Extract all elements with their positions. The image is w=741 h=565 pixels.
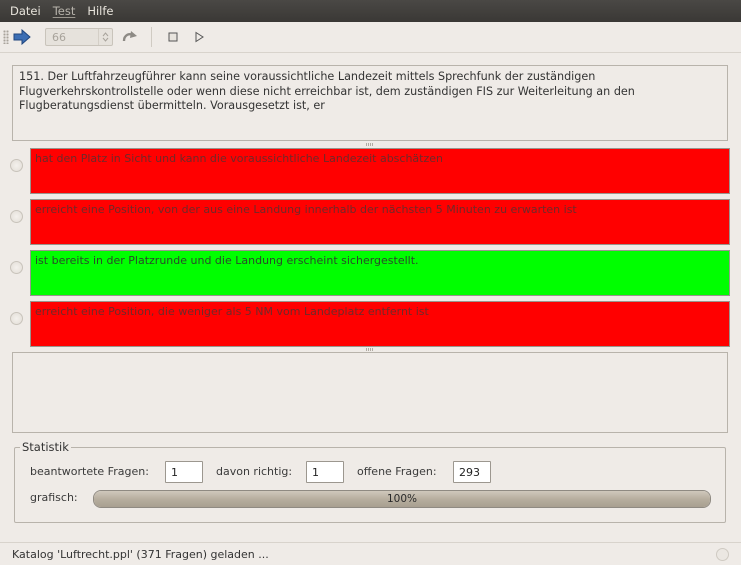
- open-field[interactable]: 293: [453, 461, 491, 483]
- toolbar: 66: [0, 22, 741, 53]
- arrow-right-icon: [13, 29, 31, 45]
- progress-bar: 100%: [93, 490, 711, 508]
- answer-option[interactable]: erreicht eine Position, die weniger als …: [30, 301, 730, 347]
- status-bar: Katalog 'Luftrecht.ppl' (371 Fragen) gel…: [0, 542, 741, 565]
- splitter-handle[interactable]: [366, 348, 374, 351]
- statistics-legend: Statistik: [20, 440, 71, 454]
- toolbar-separator: [151, 27, 152, 47]
- menu-test[interactable]: Test: [47, 4, 82, 18]
- redo-icon: [122, 31, 137, 42]
- menu-hilfe[interactable]: Hilfe: [81, 4, 119, 18]
- answer-row[interactable]: erreicht eine Position, von der aus eine…: [10, 199, 730, 245]
- statistics-group: Statistik beantwortete Fragen: 1 davon r…: [14, 440, 726, 523]
- spinner-arrows[interactable]: [98, 29, 112, 45]
- answer-row[interactable]: hat den Platz in Sicht und kann die vora…: [10, 148, 730, 194]
- status-text: Katalog 'Luftrecht.ppl' (371 Fragen) gel…: [12, 547, 269, 561]
- play-button[interactable]: [186, 25, 212, 49]
- busy-indicator-icon: [716, 548, 729, 561]
- answer-radio[interactable]: [10, 159, 23, 172]
- answer-radio[interactable]: [10, 261, 23, 274]
- play-icon: [195, 31, 204, 43]
- question-number-value[interactable]: 66: [46, 31, 98, 44]
- answer-row[interactable]: ist bereits in der Platzrunde und die La…: [10, 250, 730, 296]
- correct-label: davon richtig:: [216, 465, 293, 478]
- correct-field[interactable]: 1: [306, 461, 344, 483]
- progress-text: 100%: [386, 493, 418, 505]
- answer-option[interactable]: hat den Platz in Sicht und kann die vora…: [30, 148, 730, 194]
- redo-button[interactable]: [117, 25, 143, 49]
- answer-radio[interactable]: [10, 210, 23, 223]
- explanation-area: [12, 352, 728, 433]
- menu-datei[interactable]: Datei: [4, 4, 47, 18]
- stop-icon: [168, 32, 178, 42]
- stop-button[interactable]: [160, 25, 186, 49]
- question-text: 151. Der Luftfahrzeugführer kann seine v…: [19, 70, 635, 112]
- question-text-area: 151. Der Luftfahrzeugführer kann seine v…: [12, 65, 728, 141]
- answer-row[interactable]: erreicht eine Position, die weniger als …: [10, 301, 730, 347]
- chevron-updown-icon: [102, 32, 109, 42]
- answered-field[interactable]: 1: [165, 461, 203, 483]
- menu-bar: Datei Test Hilfe: [0, 0, 741, 22]
- graphic-label: grafisch:: [30, 491, 78, 504]
- answer-radio[interactable]: [10, 312, 23, 325]
- next-question-button[interactable]: [9, 25, 35, 49]
- splitter-handle[interactable]: [366, 143, 374, 146]
- answered-label: beantwortete Fragen:: [30, 465, 149, 478]
- open-label: offene Fragen:: [357, 465, 437, 478]
- answer-option[interactable]: ist bereits in der Platzrunde und die La…: [30, 250, 730, 296]
- question-number-spinner[interactable]: 66: [45, 28, 113, 46]
- answer-option[interactable]: erreicht eine Position, von der aus eine…: [30, 199, 730, 245]
